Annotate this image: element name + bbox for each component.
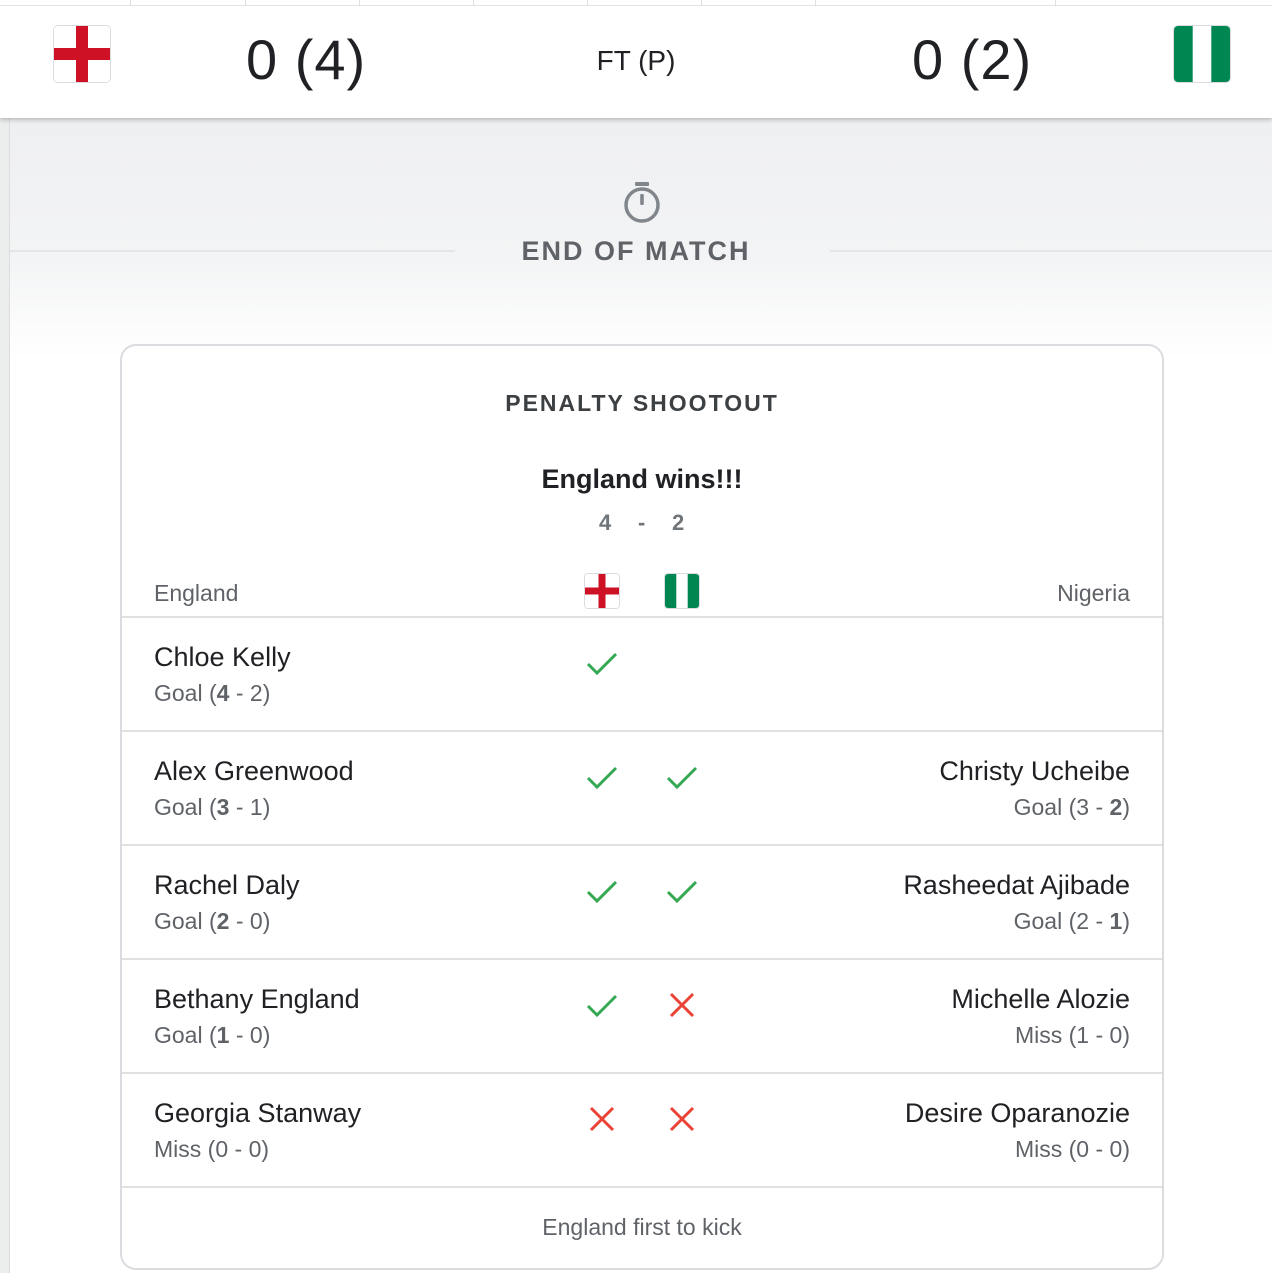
kick-row: Alex Greenwood Goal (3 - 1) Christy Ucheib… <box>122 730 1162 844</box>
running-score-home: 4 <box>216 680 230 706</box>
away-score: 0 (2) <box>912 28 1033 91</box>
running-score-away: 0 <box>1109 1022 1123 1048</box>
winner-text: England wins!!! <box>541 464 743 494</box>
running-score-home: 3 <box>1076 794 1090 820</box>
home-player-name: Georgia Stanway <box>154 1098 362 1128</box>
left-rail <box>0 118 10 1273</box>
home-player-name: Bethany England <box>154 984 360 1014</box>
check-icon <box>665 874 699 908</box>
check-icon <box>585 988 619 1022</box>
running-score-home: 2 <box>1076 908 1090 934</box>
away-kick-result: Miss (0 - 0) <box>1014 1136 1130 1162</box>
home-shootout-total: 4 <box>599 510 612 535</box>
running-score-away: 0 <box>248 1136 262 1162</box>
check-icon <box>585 874 619 908</box>
running-score-home: 1 <box>216 1022 230 1048</box>
penalty-shootout-card: PENALTY SHOOTOUT England wins!!! 4 - 2 E… <box>120 344 1164 1270</box>
check-icon <box>665 760 699 794</box>
first-to-kick-note: England first to kick <box>542 1214 742 1240</box>
kick-outcome: Goal <box>154 1022 203 1048</box>
running-score-home: 2 <box>216 908 230 934</box>
running-score-away: 2 <box>1109 794 1123 820</box>
nigeria-flag-icon <box>665 574 699 608</box>
home-kick-result: Miss (0 - 0) <box>154 1136 270 1162</box>
match-status: FT (P) <box>596 45 676 76</box>
running-score-home: 0 <box>1076 1136 1090 1162</box>
running-score-away: 2 <box>249 680 263 706</box>
home-player-name: Alex Greenwood <box>154 756 354 786</box>
kick-outcome: Goal <box>154 908 203 934</box>
running-score-home: 0 <box>215 1136 229 1162</box>
england-flag-icon <box>585 574 619 608</box>
kick-outcome: Miss <box>1014 1136 1063 1162</box>
running-score-home: 1 <box>1076 1022 1090 1048</box>
shootout-footer: England first to kick <box>122 1186 1162 1268</box>
cross-icon <box>665 988 699 1022</box>
home-player-name: Rachel Daly <box>154 870 300 900</box>
nigeria-flag-icon[interactable] <box>1174 26 1230 82</box>
kick-outcome: Goal <box>154 794 203 820</box>
tab-strip <box>0 0 1272 6</box>
away-player-name: Desire Oparanozie <box>904 1098 1130 1128</box>
kick-outcome: Goal <box>1013 794 1063 820</box>
end-of-match-label: END OF MATCH <box>521 236 751 266</box>
kick-outcome: Miss <box>1014 1022 1063 1048</box>
running-score-away: 0 <box>249 908 263 934</box>
check-icon <box>585 646 619 680</box>
running-score-home: 3 <box>216 794 230 820</box>
home-player-name: Chloe Kelly <box>154 642 291 672</box>
check-icon <box>585 760 619 794</box>
score-header: 0 (4) FT (P) 0 (2) <box>0 0 1272 118</box>
shootout-title: PENALTY SHOOTOUT <box>505 390 779 416</box>
running-score-away: 1 <box>1109 908 1123 934</box>
stopwatch-icon <box>622 180 662 224</box>
home-kick-result: Goal (2 - 0) <box>154 908 271 934</box>
home-kick-result: Goal (1 - 0) <box>154 1022 271 1048</box>
running-score-away: 0 <box>1109 1136 1123 1162</box>
away-player-name: Rasheedat Ajibade <box>903 870 1130 900</box>
away-kick-result: Goal (3 - 2) <box>1013 794 1130 820</box>
running-score-away: 1 <box>249 794 263 820</box>
away-shootout-total: 2 <box>672 510 685 535</box>
cross-icon <box>665 1102 699 1136</box>
home-kick-result: Goal (3 - 1) <box>154 794 271 820</box>
home-kick-result: Goal (4 - 2) <box>154 680 271 706</box>
away-team-label: Nigeria <box>1057 580 1130 606</box>
home-team-label: England <box>154 580 239 606</box>
kick-row: Chloe Kelly Goal (4 - 2) <box>122 616 1162 730</box>
kick-outcome: Goal <box>154 680 203 706</box>
running-score-away: 0 <box>249 1022 263 1048</box>
kick-row: Georgia Stanway Miss (0 - 0) Desire Oparan… <box>122 1072 1162 1186</box>
away-kick-result: Goal (2 - 1) <box>1013 908 1130 934</box>
away-kick-result: Miss (1 - 0) <box>1014 1022 1130 1048</box>
kick-outcome: Goal <box>1013 908 1063 934</box>
kick-row: Rachel Daly Goal (2 - 0) Rasheedat Ajibade… <box>122 844 1162 958</box>
away-player-name: Christy Ucheibe <box>939 756 1130 786</box>
cross-icon <box>585 1102 619 1136</box>
kick-row: Bethany England Goal (1 - 0) Michelle Aloz… <box>122 958 1162 1072</box>
away-player-name: Michelle Alozie <box>951 984 1130 1014</box>
total-separator: - <box>638 510 646 535</box>
kick-outcome: Miss <box>154 1136 202 1162</box>
